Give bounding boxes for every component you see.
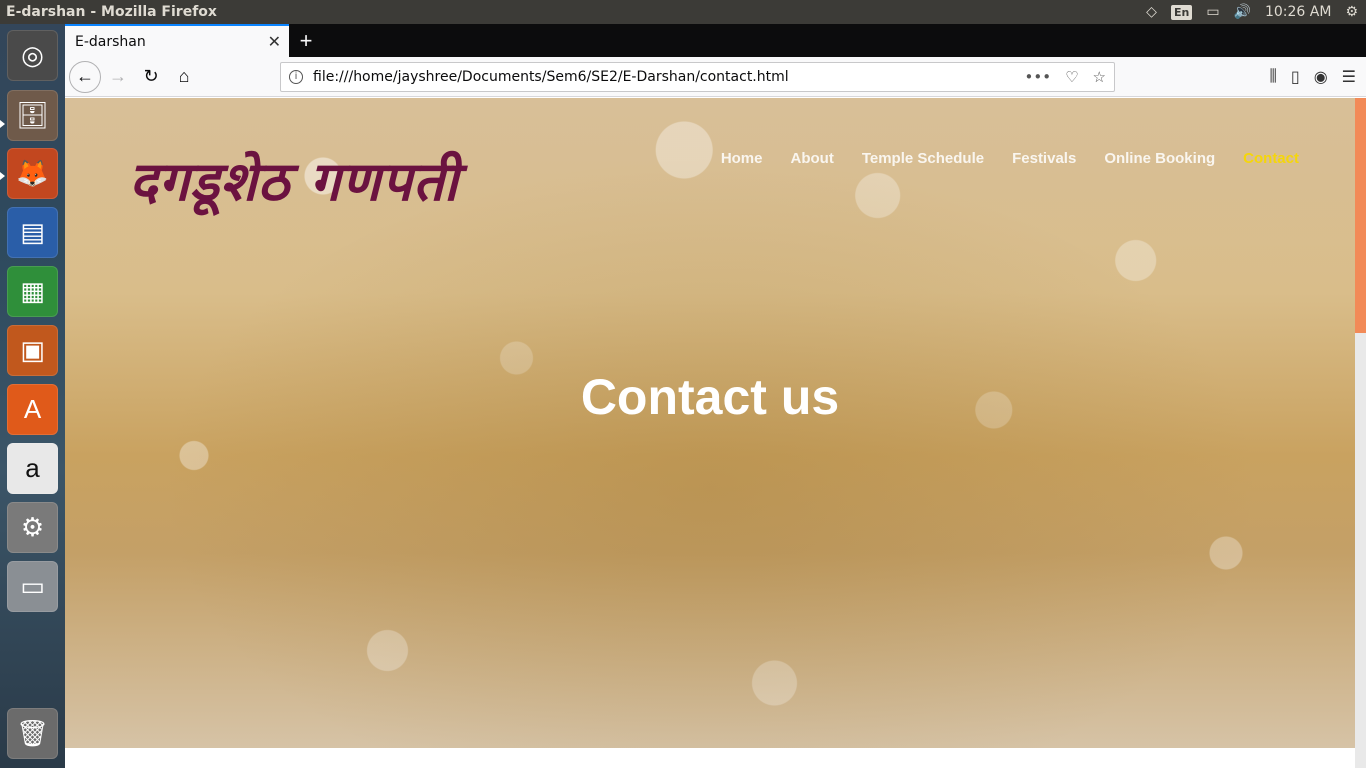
tab-bar: E-darshan ✕ + — [65, 24, 1366, 57]
settings-icon[interactable]: ⚙ — [7, 502, 58, 553]
nav-contact-link[interactable]: Contact — [1243, 150, 1299, 167]
disk-icon[interactable]: ▭ — [7, 561, 58, 612]
firefox-icon[interactable]: 🦊 — [7, 148, 58, 199]
url-text[interactable]: file:///home/jayshree/Documents/Sem6/SE2… — [313, 69, 1025, 85]
nav-about-link[interactable]: About — [791, 150, 834, 167]
new-tab-button[interactable]: + — [289, 24, 323, 57]
sidebar-icon[interactable]: ▯ — [1291, 67, 1300, 87]
tab-active[interactable]: E-darshan ✕ — [65, 24, 289, 57]
window-title: E-darshan - Mozilla Firefox — [6, 4, 217, 20]
page-viewport: दगडूशेठ गणपती Home About Temple Schedule… — [65, 98, 1366, 768]
tab-title: E-darshan — [75, 33, 146, 50]
volume-icon[interactable]: 🔊 — [1234, 4, 1251, 20]
pocket-icon[interactable]: ♡ — [1065, 68, 1078, 86]
amazon-icon[interactable]: a — [7, 443, 58, 494]
back-button[interactable]: ← — [69, 60, 101, 93]
gear-icon[interactable]: ⚙ — [1345, 4, 1358, 20]
software-center-icon[interactable]: A — [7, 384, 58, 435]
close-tab-icon[interactable]: ✕ — [268, 32, 281, 52]
account-icon[interactable]: ◉ — [1314, 67, 1328, 87]
trash-icon[interactable]: 🗑 — [7, 708, 58, 759]
browser-window: E-darshan ✕ + ← → ↻ ⌂ i file:///home/jay… — [65, 24, 1366, 768]
page-actions-icon[interactable]: ••• — [1025, 68, 1052, 86]
forward-button[interactable]: → — [102, 61, 134, 93]
nav-toolbar: ← → ↻ ⌂ i file:///home/jayshree/Document… — [65, 57, 1366, 97]
bookmark-star-icon[interactable]: ☆ — [1093, 68, 1106, 86]
site-logo[interactable]: दगडूशेठ गणपती — [129, 142, 509, 232]
nav-home-link[interactable]: Home — [721, 150, 763, 167]
home-button[interactable]: ⌂ — [168, 61, 200, 93]
wifi-icon[interactable]: ◇ — [1146, 4, 1157, 20]
nav-festivals-link[interactable]: Festivals — [1012, 150, 1076, 167]
launcher: ◎ 🗄 🦊 ▤ ▦ ▣ Aa ⚙ ▭ 🗑 — [0, 24, 65, 768]
clock[interactable]: 10:26 AM — [1265, 4, 1331, 20]
ubuntu-dash-icon[interactable]: ◎ — [7, 30, 58, 81]
impress-icon[interactable]: ▣ — [7, 325, 58, 376]
system-indicators: ◇ En ▭ 🔊 10:26 AM ⚙ — [1146, 4, 1366, 20]
firefox-pip — [0, 172, 5, 180]
nav-booking-link[interactable]: Online Booking — [1104, 150, 1215, 167]
files-pip — [0, 120, 5, 128]
scrollbar-thumb[interactable] — [1355, 98, 1366, 333]
battery-icon[interactable]: ▭ — [1206, 4, 1219, 20]
site-info-icon[interactable]: i — [289, 69, 303, 84]
hero-banner: दगडूशेठ गणपती Home About Temple Schedule… — [65, 98, 1355, 748]
library-icon[interactable]: ⫼ — [1270, 68, 1277, 86]
files-icon[interactable]: 🗄 — [7, 90, 58, 141]
writer-icon[interactable]: ▤ — [7, 207, 58, 258]
top-panel: E-darshan - Mozilla Firefox ◇ En ▭ 🔊 10:… — [0, 0, 1366, 24]
menu-icon[interactable]: ☰ — [1342, 67, 1356, 87]
reload-button[interactable]: ↻ — [135, 61, 167, 93]
nav-schedule-link[interactable]: Temple Schedule — [862, 150, 984, 167]
url-bar[interactable]: i file:///home/jayshree/Documents/Sem6/S… — [280, 61, 1115, 92]
scrollbar[interactable] — [1355, 98, 1366, 768]
keyboard-layout-badge[interactable]: En — [1170, 4, 1193, 20]
calc-icon[interactable]: ▦ — [7, 266, 58, 317]
site-nav: Home About Temple Schedule Festivals Onl… — [721, 150, 1299, 167]
page-title: Contact us — [580, 369, 840, 425]
